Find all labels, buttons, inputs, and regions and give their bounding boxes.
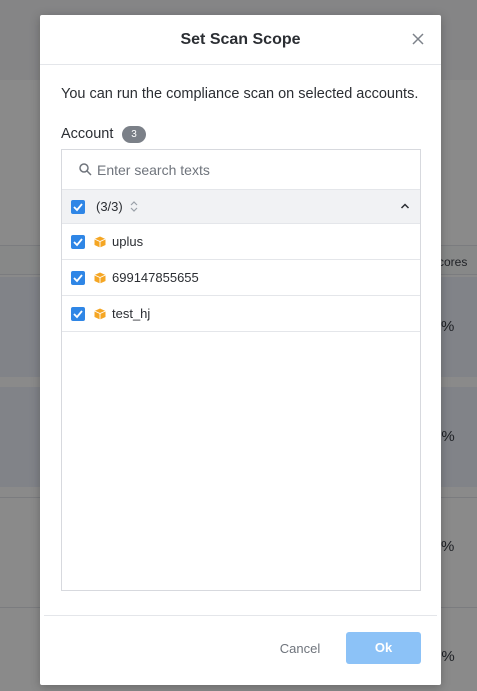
list-item[interactable]: uplus	[62, 224, 420, 260]
account-checkbox[interactable]	[71, 307, 85, 321]
select-all-row[interactable]: (3/3)	[62, 190, 420, 224]
account-checkbox[interactable]	[71, 271, 85, 285]
ok-button[interactable]: Ok	[346, 632, 421, 664]
account-name: uplus	[112, 234, 144, 249]
account-list: (3/3) uplus	[61, 149, 421, 591]
aws-cube-icon	[94, 308, 106, 320]
account-checkbox[interactable]	[71, 235, 85, 249]
close-icon[interactable]	[411, 32, 425, 46]
aws-cube-icon	[94, 236, 106, 248]
account-name: 699147855655	[112, 270, 199, 285]
dialog-header: Set Scan Scope	[40, 15, 441, 65]
chevron-up-icon[interactable]	[400, 202, 410, 210]
search-icon	[79, 163, 92, 176]
sort-icon[interactable]	[130, 200, 138, 213]
account-count-badge: 3	[122, 126, 146, 143]
scan-scope-dialog: Set Scan Scope You can run the complianc…	[40, 15, 441, 685]
dialog-footer-divider	[44, 615, 437, 616]
list-item[interactable]: test_hj	[62, 296, 420, 332]
dialog-description: You can run the compliance scan on selec…	[61, 86, 419, 102]
selected-count: (3/3)	[96, 199, 123, 214]
account-label: Account	[61, 126, 114, 142]
list-item[interactable]: 699147855655	[62, 260, 420, 296]
search-bar	[62, 150, 420, 190]
aws-cube-icon	[94, 272, 106, 284]
account-name: test_hj	[112, 306, 151, 321]
dialog-title: Set Scan Scope	[180, 31, 301, 48]
select-all-checkbox[interactable]	[71, 200, 85, 214]
search-input[interactable]	[97, 158, 397, 182]
cancel-button[interactable]: Cancel	[276, 632, 324, 666]
